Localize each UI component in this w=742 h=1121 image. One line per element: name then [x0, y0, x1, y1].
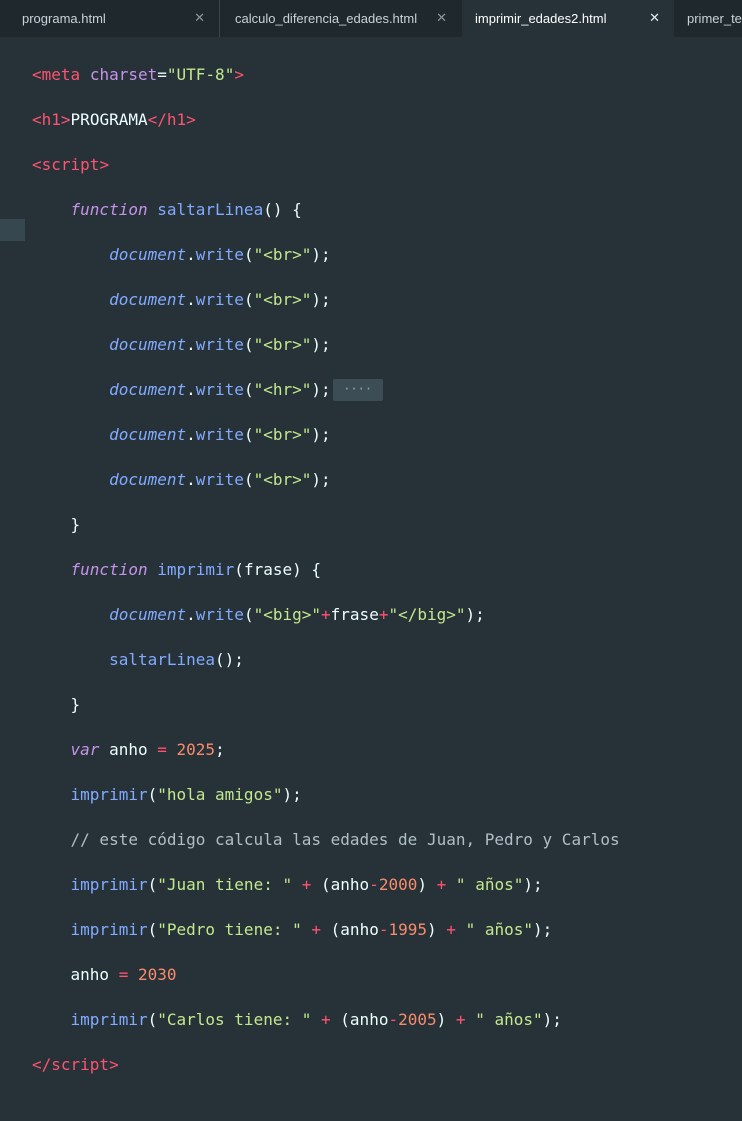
- tab-programa[interactable]: programa.html ✕: [0, 0, 220, 37]
- tab-label: calculo_diferencia_edades.html: [235, 11, 418, 26]
- code-line: function saltarLinea() {: [70, 199, 302, 219]
- code-line: imprimir("Carlos tiene: " + (anho-2005) …: [70, 1009, 562, 1029]
- code-line: document.write("<big>"+frase+"</big>");: [109, 604, 485, 624]
- code-line: document.write("<br>");: [109, 289, 331, 309]
- code-area[interactable]: <meta charset="UTF-8"> <h1>PROGRAMA</h1>…: [32, 41, 620, 1121]
- code-line: }: [70, 694, 81, 714]
- code-line: </script>: [32, 1054, 119, 1074]
- code-line: imprimir("Juan tiene: " + (anho-2000) + …: [70, 874, 543, 894]
- code-line: // este código calcula las edades de Jua…: [70, 829, 620, 849]
- tab-label: primer_te: [687, 11, 742, 26]
- code-line: imprimir("hola amigos");: [70, 784, 302, 804]
- code-line: document.write("<br>");: [109, 334, 331, 354]
- code-line: <script>: [32, 154, 110, 174]
- close-icon[interactable]: ✕: [436, 10, 447, 26]
- tab-label: imprimir_edades2.html: [475, 11, 607, 26]
- code-line: saltarLinea();: [109, 649, 244, 669]
- code-line: anho = 2030: [70, 964, 177, 984]
- code-line: imprimir("Pedro tiene: " + (anho-1995) +…: [70, 919, 553, 939]
- code-line: document.write("<hr>"); ····: [32, 378, 620, 402]
- code-line: document.write("<br>");: [109, 469, 331, 489]
- gutter-line-marker: [0, 219, 25, 241]
- code-line: <h1>PROGRAMA</h1>: [32, 109, 196, 129]
- code-line: <meta charset="UTF-8">: [32, 64, 244, 84]
- tab-calculo-diferencia-edades[interactable]: calculo_diferencia_edades.html ✕: [221, 0, 461, 37]
- code-line: var anho = 2025;: [70, 739, 225, 759]
- tab-bar: programa.html ✕ calculo_diferencia_edade…: [0, 0, 742, 37]
- code-line: document.write("<br>");: [109, 244, 331, 264]
- close-icon[interactable]: ✕: [194, 10, 205, 26]
- tab-primer-te[interactable]: primer_te: [675, 0, 742, 37]
- code-line: function imprimir(frase) {: [70, 559, 322, 579]
- folded-code-indicator[interactable]: ····: [332, 378, 383, 401]
- code-line: document.write("<br>");: [109, 424, 331, 444]
- code-line: }: [70, 514, 81, 534]
- tab-label: programa.html: [22, 11, 106, 26]
- close-icon[interactable]: ✕: [649, 10, 660, 26]
- tab-imprimir-edades2[interactable]: imprimir_edades2.html ✕: [462, 0, 674, 37]
- code-editor[interactable]: <meta charset="UTF-8"> <h1>PROGRAMA</h1>…: [0, 37, 742, 1074]
